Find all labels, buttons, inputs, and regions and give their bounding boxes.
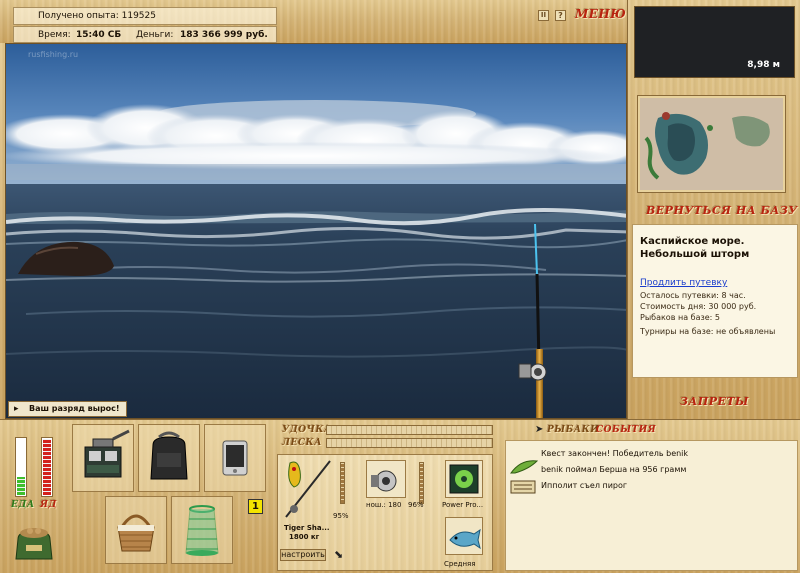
rod-slot[interactable] bbox=[280, 457, 336, 521]
alcohol-label: ЯД bbox=[40, 500, 57, 510]
pause-icon: II bbox=[540, 11, 547, 19]
location-info: Каспийское море. Небольшой шторм Продлит… bbox=[632, 224, 798, 378]
time-label: Время: bbox=[38, 30, 71, 40]
help-icon: ? bbox=[558, 11, 563, 20]
bag-icon bbox=[15, 528, 53, 560]
bait-name: Средняя bbox=[444, 560, 476, 568]
player-stats: Получено опыта: 119525 Время: 15:40 СБ Д… bbox=[5, 3, 277, 43]
reel-icon bbox=[371, 470, 397, 492]
phone-icon bbox=[222, 440, 248, 476]
configure-label: настроить bbox=[281, 550, 325, 559]
fishing-line-spool-icon bbox=[449, 464, 479, 494]
list-item: benik поймал Берша на 956 грамм bbox=[541, 465, 686, 474]
alcohol-bar bbox=[41, 437, 53, 497]
money-label: Деньги: bbox=[136, 30, 174, 40]
tackle-box-icon bbox=[84, 429, 130, 478]
reel-durability-meter bbox=[419, 462, 424, 504]
depth-meter: 8,98 м bbox=[634, 6, 795, 78]
rod-durability-meter bbox=[340, 462, 345, 504]
menu-label: МЕНЮ bbox=[575, 7, 627, 21]
return-to-base-button[interactable]: ВЕРНУТЬСЯ НА БАЗУ bbox=[646, 204, 798, 217]
extend-permit-link[interactable]: Продлить путевку bbox=[640, 278, 791, 288]
food-bar-fill bbox=[17, 477, 25, 495]
experience-value: 119525 bbox=[121, 11, 156, 21]
money-value: 183 366 999 руб. bbox=[180, 30, 268, 40]
rod-max-weight: 1800 кг bbox=[289, 533, 320, 541]
food-bar bbox=[15, 437, 27, 497]
list-item: Ипполит съел пирог bbox=[541, 481, 627, 490]
watermark-text: rusfishing.ru bbox=[28, 50, 79, 59]
event-text: Ипполит съел пирог bbox=[541, 481, 628, 490]
help-button[interactable]: ? bbox=[555, 10, 566, 21]
bans-button[interactable]: ЗАПРЕТЫ bbox=[680, 395, 749, 408]
bait-bag-button[interactable] bbox=[12, 523, 56, 563]
food-label: ЕДА bbox=[11, 500, 35, 510]
configure-arrow-icon: ⬊ bbox=[334, 548, 344, 561]
depth-value: 8,98 м bbox=[747, 60, 780, 70]
reel-percent: 96% bbox=[408, 501, 424, 509]
time-value: 15:40 СБ bbox=[76, 30, 122, 40]
tournaments-info: Турниры на базе: не объявлены bbox=[640, 327, 776, 336]
keepnet-slot[interactable] bbox=[171, 496, 233, 564]
configure-button[interactable]: настроить bbox=[280, 549, 326, 561]
tab-events[interactable]: СОБЫТИЯ bbox=[596, 425, 656, 435]
rod-name: Tiger Sha... bbox=[284, 524, 330, 532]
caspian-map-illustration bbox=[640, 98, 783, 190]
events-log-icon bbox=[510, 460, 539, 494]
keepnet-icon bbox=[185, 505, 219, 556]
event-text: Квест закончен! Победитель benik bbox=[541, 449, 689, 458]
rod-tension-bar bbox=[326, 425, 493, 435]
fishers-at-base: Рыбаков на базе: 5 bbox=[640, 313, 720, 322]
rod-label: УДОЧКА bbox=[282, 425, 332, 435]
fishing-line-slot[interactable] bbox=[445, 460, 483, 498]
location-title-line1: Каспийское море. bbox=[640, 236, 745, 247]
events-list: Квест закончен! Победитель benik benik п… bbox=[505, 440, 798, 571]
arrow-icon: ▸ bbox=[14, 404, 19, 414]
backpack-slot[interactable] bbox=[138, 424, 200, 492]
location-title-line2: Небольшой шторм bbox=[640, 249, 750, 260]
phone-slot[interactable] bbox=[204, 424, 266, 492]
pause-button[interactable]: II bbox=[538, 10, 549, 21]
experience-row: Получено опыта: 119525 bbox=[13, 7, 277, 25]
line-tension-bar bbox=[326, 438, 493, 448]
site-watermark: rusfishing.ru bbox=[28, 50, 78, 59]
rod-icon bbox=[285, 460, 331, 518]
fish-bait-icon bbox=[449, 528, 481, 550]
reel-slot[interactable] bbox=[366, 460, 406, 498]
slot-number-badge: 1 bbox=[248, 499, 263, 514]
bait-slot[interactable] bbox=[445, 517, 483, 555]
permit-hours-left: Осталось путевки: 8 час. bbox=[640, 291, 746, 300]
day-cost: Стоимость дня: 30 000 руб. bbox=[640, 302, 757, 311]
tackle-box-slot[interactable] bbox=[72, 424, 134, 492]
notification-toast[interactable]: ▸ Ваш разряд вырос! bbox=[8, 401, 127, 417]
location-map[interactable] bbox=[637, 95, 786, 193]
experience-label: Получено опыта: bbox=[38, 11, 119, 21]
picnic-basket-icon bbox=[117, 514, 155, 552]
rod-percent: 95% bbox=[333, 512, 349, 520]
bans-label: ЗАПРЕТЫ bbox=[680, 395, 749, 408]
fishing-line-name: Power Pro... bbox=[442, 501, 484, 509]
line-label: ЛЕСКА bbox=[282, 438, 322, 448]
cursor-icon: ➤ bbox=[535, 424, 544, 435]
list-item: Квест закончен! Победитель benik bbox=[541, 449, 688, 458]
tab-fishers[interactable]: РЫБАКИ bbox=[547, 425, 599, 435]
notification-text: Ваш разряд вырос! bbox=[29, 404, 120, 413]
reel-load: нош.: 180 bbox=[366, 501, 402, 509]
return-to-base-label: ВЕРНУТЬСЯ НА БАЗУ bbox=[646, 204, 798, 217]
alcohol-bar-fill bbox=[43, 439, 51, 495]
picnic-basket-slot[interactable] bbox=[105, 496, 167, 564]
time-money-row: Время: 15:40 СБ Деньги: 183 366 999 руб. bbox=[13, 26, 277, 43]
fishing-scene[interactable]: rusfishing.ru ▸ Ваш разряд вырос! bbox=[5, 43, 627, 419]
backpack-icon bbox=[150, 431, 188, 480]
sea-scene-illustration bbox=[6, 44, 626, 418]
menu-button[interactable]: МЕНЮ bbox=[575, 7, 626, 21]
slot-number: 1 bbox=[252, 501, 259, 512]
event-text: benik поймал Берша на 956 грамм bbox=[541, 465, 687, 474]
